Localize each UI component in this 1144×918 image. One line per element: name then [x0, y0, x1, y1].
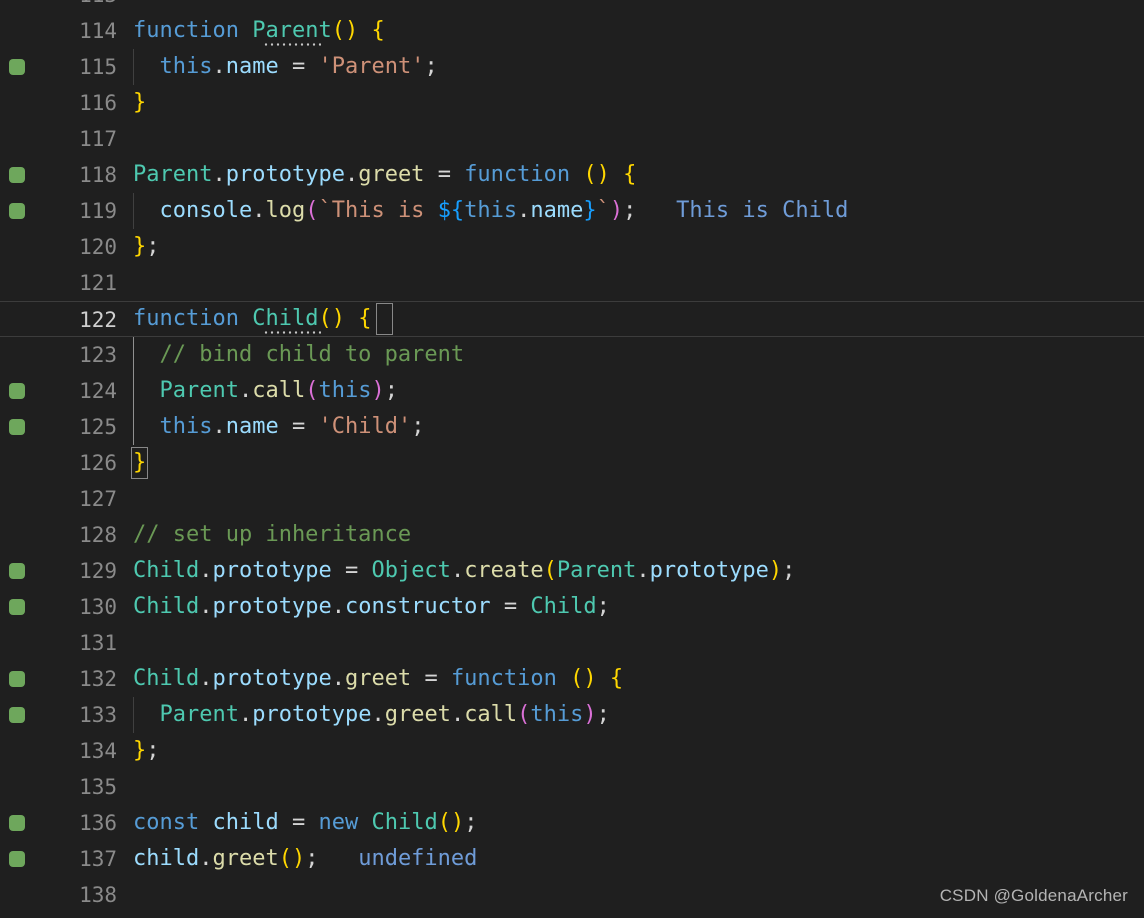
line-number: 120	[79, 235, 117, 259]
line-number: 124	[79, 379, 117, 403]
line-number: 135	[79, 775, 117, 799]
line-number: 115	[79, 55, 117, 79]
line-number: 114	[79, 19, 117, 43]
line-number: 138	[79, 883, 117, 907]
code-line-118[interactable]: 118 Parent.prototype.greet = function ()…	[0, 157, 1144, 193]
code-line-127[interactable]: 127	[0, 481, 1144, 517]
indent-guide	[133, 697, 134, 733]
code-text[interactable]: Child.prototype = Object.create(Parent.p…	[133, 553, 795, 589]
indent-guide-active	[133, 337, 134, 445]
code-line-120[interactable]: 120 };	[0, 229, 1144, 265]
line-number: 128	[79, 523, 117, 547]
code-text[interactable]: function Parent() {	[133, 13, 385, 49]
code-line-133[interactable]: 133 Parent.prototype.greet.call(this);	[0, 697, 1144, 733]
code-text[interactable]: Parent.prototype.greet = function () {	[133, 157, 636, 193]
code-line-132[interactable]: 132 Child.prototype.greet = function () …	[0, 661, 1144, 697]
code-text[interactable]: child.greet(); undefined	[133, 841, 477, 877]
line-number: 116	[79, 91, 117, 115]
code-text[interactable]: };	[133, 229, 160, 265]
line-number: 122	[79, 308, 117, 332]
line-number: 126	[79, 451, 117, 475]
watermark: CSDN @GoldenaArcher	[939, 886, 1128, 905]
indent-guide	[133, 49, 134, 85]
line-number: 131	[79, 631, 117, 655]
code-text[interactable]: this.name = 'Child';	[133, 409, 425, 445]
code-line-117[interactable]: 117	[0, 121, 1144, 157]
info-underline-icon	[263, 331, 321, 334]
code-line-113[interactable]: 113	[0, 0, 1144, 13]
code-text[interactable]: }	[133, 445, 146, 481]
code-line-130[interactable]: 130 Child.prototype.constructor = Child;	[0, 589, 1144, 625]
code-text[interactable]: // bind child to parent	[133, 337, 465, 373]
code-line-125[interactable]: 125 this.name = 'Child';	[0, 409, 1144, 445]
code-text[interactable]: const child = new Child();	[133, 805, 477, 841]
code-line-122[interactable]: 122 function Child() {	[0, 301, 1144, 337]
line-number: 121	[79, 271, 117, 295]
code-line-119[interactable]: 119 console.log(`This is ${this.name}`);…	[0, 193, 1144, 229]
line-number: 119	[79, 199, 117, 223]
line-number: 136	[79, 811, 117, 835]
code-text[interactable]: function Child() {	[133, 301, 371, 337]
code-line-134[interactable]: 134 };	[0, 733, 1144, 769]
line-number: 134	[79, 739, 117, 763]
code-text[interactable]: }	[133, 85, 146, 121]
code-line-114[interactable]: 114 function Parent() {	[0, 13, 1144, 49]
code-text[interactable]: // set up inheritance	[133, 517, 411, 553]
indent-guide	[133, 193, 134, 229]
line-number: 132	[79, 667, 117, 691]
code-text[interactable]: Child.prototype.constructor = Child;	[133, 589, 610, 625]
code-line-136[interactable]: 136 const child = new Child();	[0, 805, 1144, 841]
code-editor[interactable]: 113 114 function Parent() { 115 this.nam…	[0, 0, 1144, 918]
code-text[interactable]: this.name = 'Parent';	[133, 49, 438, 85]
code-line-129[interactable]: 129 Child.prototype = Object.create(Pare…	[0, 553, 1144, 589]
line-number: 127	[79, 487, 117, 511]
line-number: 125	[79, 415, 117, 439]
code-line-123[interactable]: 123 // bind child to parent	[0, 337, 1144, 373]
line-number: 118	[79, 163, 117, 187]
code-line-128[interactable]: 128 // set up inheritance	[0, 517, 1144, 553]
line-number: 130	[79, 595, 117, 619]
code-line-124[interactable]: 124 Parent.call(this);	[0, 373, 1144, 409]
code-line-115[interactable]: 115 this.name = 'Parent';	[0, 49, 1144, 85]
line-number: 133	[79, 703, 117, 727]
code-line-135[interactable]: 135	[0, 769, 1144, 805]
code-text[interactable]: Parent.prototype.greet.call(this);	[133, 697, 610, 733]
line-number: 123	[79, 343, 117, 367]
code-text[interactable]: Parent.call(this);	[133, 373, 398, 409]
code-line-137[interactable]: 137 child.greet(); undefined	[0, 841, 1144, 877]
line-number: 113	[0, 0, 117, 13]
code-line-121[interactable]: 121	[0, 265, 1144, 301]
code-line-126[interactable]: 126 }	[0, 445, 1144, 481]
code-text[interactable]: Child.prototype.greet = function () {	[133, 661, 623, 697]
code-text[interactable]: console.log(`This is ${this.name}`); Thi…	[133, 193, 849, 229]
code-text[interactable]: };	[133, 733, 160, 769]
line-number: 117	[79, 127, 117, 151]
line-number: 137	[79, 847, 117, 871]
code-line-116[interactable]: 116 }	[0, 85, 1144, 121]
line-number: 129	[79, 559, 117, 583]
code-line-131[interactable]: 131	[0, 625, 1144, 661]
info-underline-icon	[263, 43, 321, 46]
